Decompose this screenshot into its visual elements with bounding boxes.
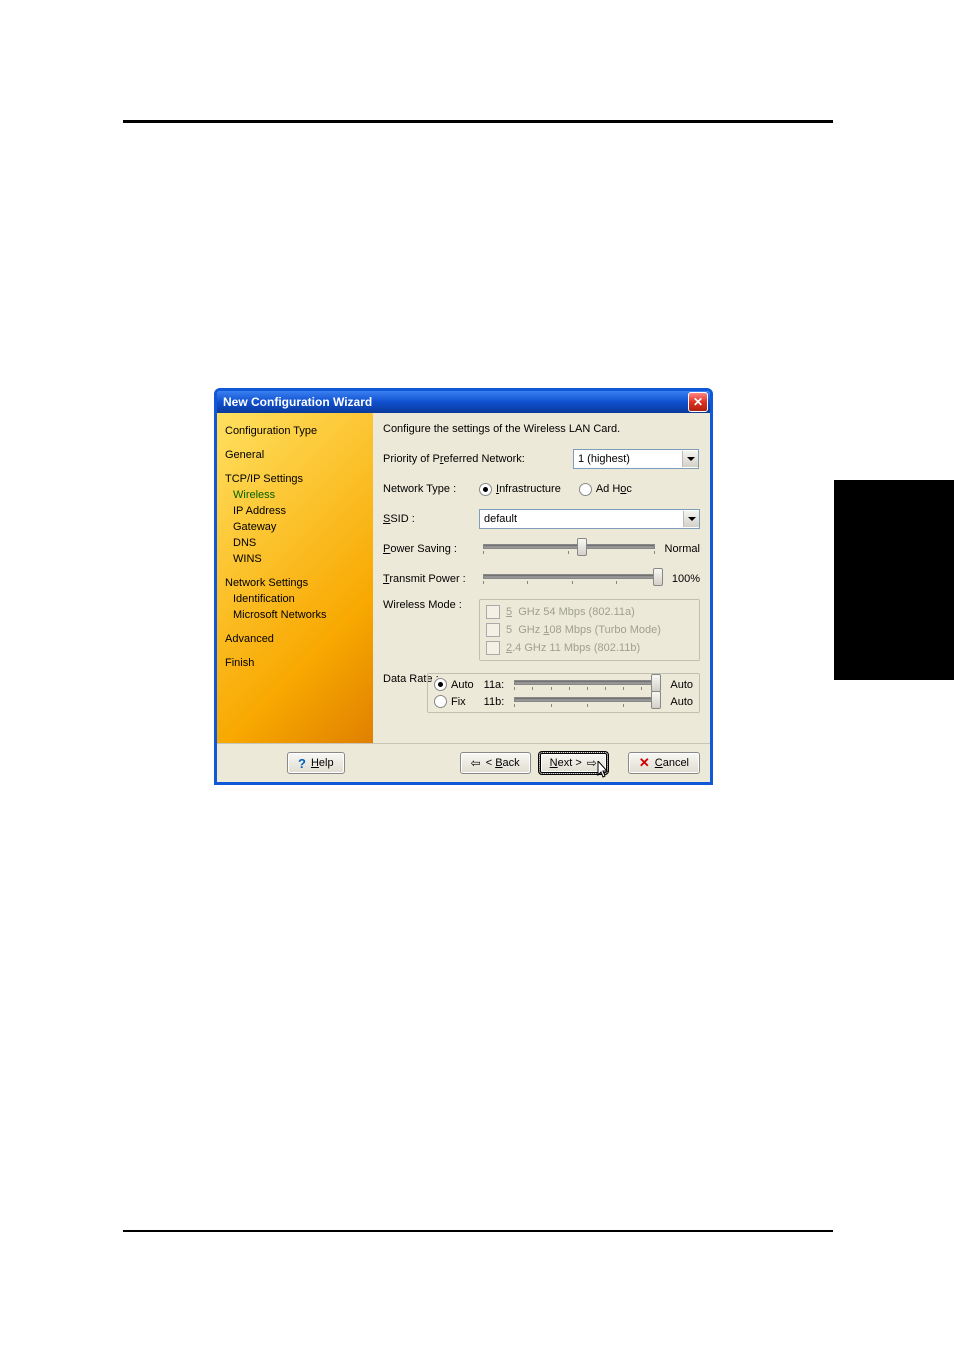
sidebar-item-network-settings[interactable]: Network Settings — [225, 575, 367, 591]
chevron-down-icon — [683, 511, 699, 527]
transmit-power-slider[interactable] — [479, 574, 666, 584]
sidebar-item-advanced[interactable]: Advanced — [225, 631, 367, 647]
cancel-button[interactable]: ✕ Cancel — [628, 752, 700, 774]
transmit-power-value: 100% — [672, 573, 700, 585]
ssid-label: SSID : — [383, 513, 479, 525]
checkbox-icon — [486, 605, 500, 619]
ssid-value: default — [484, 513, 683, 525]
dialog-footer: ? Help < Back Next > ✕ Cancel — [217, 743, 710, 782]
priority-label: Priority of Preferred Network: — [383, 453, 563, 465]
dr-11a-label: 11a: — [484, 679, 505, 691]
dr-11a-slider[interactable] — [510, 680, 664, 690]
dr-11b-value: Auto — [670, 696, 693, 708]
power-saving-label: Power Saving : — [383, 543, 479, 555]
sidebar-item-wins[interactable]: WINS — [225, 551, 367, 567]
sidebar-item-wireless[interactable]: Wireless — [225, 487, 367, 503]
sidebar-item-identification[interactable]: Identification — [225, 591, 367, 607]
cancel-label: Cancel — [655, 757, 689, 769]
sidebar-item-tcpip[interactable]: TCP/IP Settings — [225, 471, 367, 487]
priority-dropdown[interactable]: 1 (highest) — [573, 449, 699, 469]
sidebar: Configuration Type General TCP/IP Settin… — [217, 413, 373, 743]
fix-label: Fix — [451, 696, 466, 708]
radio-adhoc[interactable]: Ad Hoc — [579, 483, 632, 496]
wizard-dialog: New Configuration Wizard ✕ Configuration… — [214, 388, 713, 785]
mode-5ghz-54-label: 5 GHz 54 Mbps (802.11a) — [506, 606, 635, 618]
infrastructure-label: Infrastructure — [496, 483, 561, 495]
back-label: < Back — [486, 757, 520, 769]
next-label: Next > — [550, 757, 582, 769]
priority-value: 1 (highest) — [578, 453, 682, 465]
sidebar-item-finish[interactable]: Finish — [225, 655, 367, 671]
page-top-rule — [123, 120, 833, 123]
close-button[interactable]: ✕ — [688, 392, 708, 412]
radio-auto[interactable]: Auto — [434, 678, 474, 691]
radio-icon — [479, 483, 492, 496]
ssid-dropdown[interactable]: default — [479, 509, 700, 529]
help-label: Help — [311, 757, 334, 769]
help-icon: ? — [298, 756, 306, 771]
sidebar-item-gateway[interactable]: Gateway — [225, 519, 367, 535]
checkbox-icon — [486, 623, 500, 637]
main-panel: Configure the settings of the Wireless L… — [373, 413, 710, 743]
data-rate-group: Auto 11a: Auto Fix — [427, 673, 700, 713]
power-saving-slider[interactable] — [479, 544, 659, 554]
x-icon: ✕ — [639, 755, 650, 771]
dr-11b-label: 11b: — [484, 696, 505, 708]
sidebar-item-dns[interactable]: DNS — [225, 535, 367, 551]
panel-description: Configure the settings of the Wireless L… — [383, 423, 700, 435]
back-button[interactable]: < Back — [460, 752, 531, 774]
dialog-body: Configuration Type General TCP/IP Settin… — [217, 413, 710, 743]
titlebar: New Configuration Wizard ✕ — [217, 391, 710, 413]
chevron-down-icon — [682, 451, 698, 467]
page-side-black-bar — [834, 480, 954, 680]
sidebar-item-general[interactable]: General — [225, 447, 367, 463]
auto-label: Auto — [451, 679, 474, 691]
next-button[interactable]: Next > — [539, 752, 608, 774]
sidebar-item-ms-networks[interactable]: Microsoft Networks — [225, 607, 367, 623]
radio-icon — [579, 483, 592, 496]
radio-infrastructure[interactable]: Infrastructure — [479, 483, 561, 496]
page-bottom-rule — [123, 1230, 833, 1232]
checkbox-mode-5ghz-54[interactable]: 5 GHz 54 Mbps (802.11a) — [486, 603, 693, 621]
arrow-right-icon — [587, 756, 597, 770]
cursor-icon — [597, 761, 611, 779]
checkbox-mode-5ghz-108[interactable]: 5 GHz 108 Mbps (Turbo Mode) — [486, 621, 693, 639]
checkbox-mode-24ghz-11[interactable]: 2.4 GHz 11 Mbps (802.11b) — [486, 639, 693, 657]
mode-24ghz-11-label: 2.4 GHz 11 Mbps (802.11b) — [506, 642, 640, 654]
help-button[interactable]: ? Help — [287, 752, 345, 774]
adhoc-label: Ad Hoc — [596, 483, 632, 495]
radio-icon — [434, 695, 447, 708]
dr-11b-slider[interactable] — [510, 697, 664, 707]
radio-icon — [434, 678, 447, 691]
checkbox-icon — [486, 641, 500, 655]
arrow-left-icon — [471, 756, 481, 770]
power-saving-value: Normal — [665, 543, 700, 555]
wireless-mode-group: 5 GHz 54 Mbps (802.11a) 5 GHz 108 Mbps (… — [479, 599, 700, 661]
wireless-mode-label: Wireless Mode : — [383, 599, 479, 611]
transmit-power-label: Transmit Power : — [383, 573, 479, 585]
radio-fix[interactable]: Fix — [434, 695, 466, 708]
sidebar-item-config-type[interactable]: Configuration Type — [225, 423, 367, 439]
network-type-label: Network Type : — [383, 483, 479, 495]
sidebar-item-ip-address[interactable]: IP Address — [225, 503, 367, 519]
dr-11a-value: Auto — [670, 679, 693, 691]
dialog-title: New Configuration Wizard — [223, 395, 372, 409]
close-icon: ✕ — [693, 396, 703, 408]
mode-5ghz-108-label: 5 GHz 108 Mbps (Turbo Mode) — [506, 624, 661, 636]
